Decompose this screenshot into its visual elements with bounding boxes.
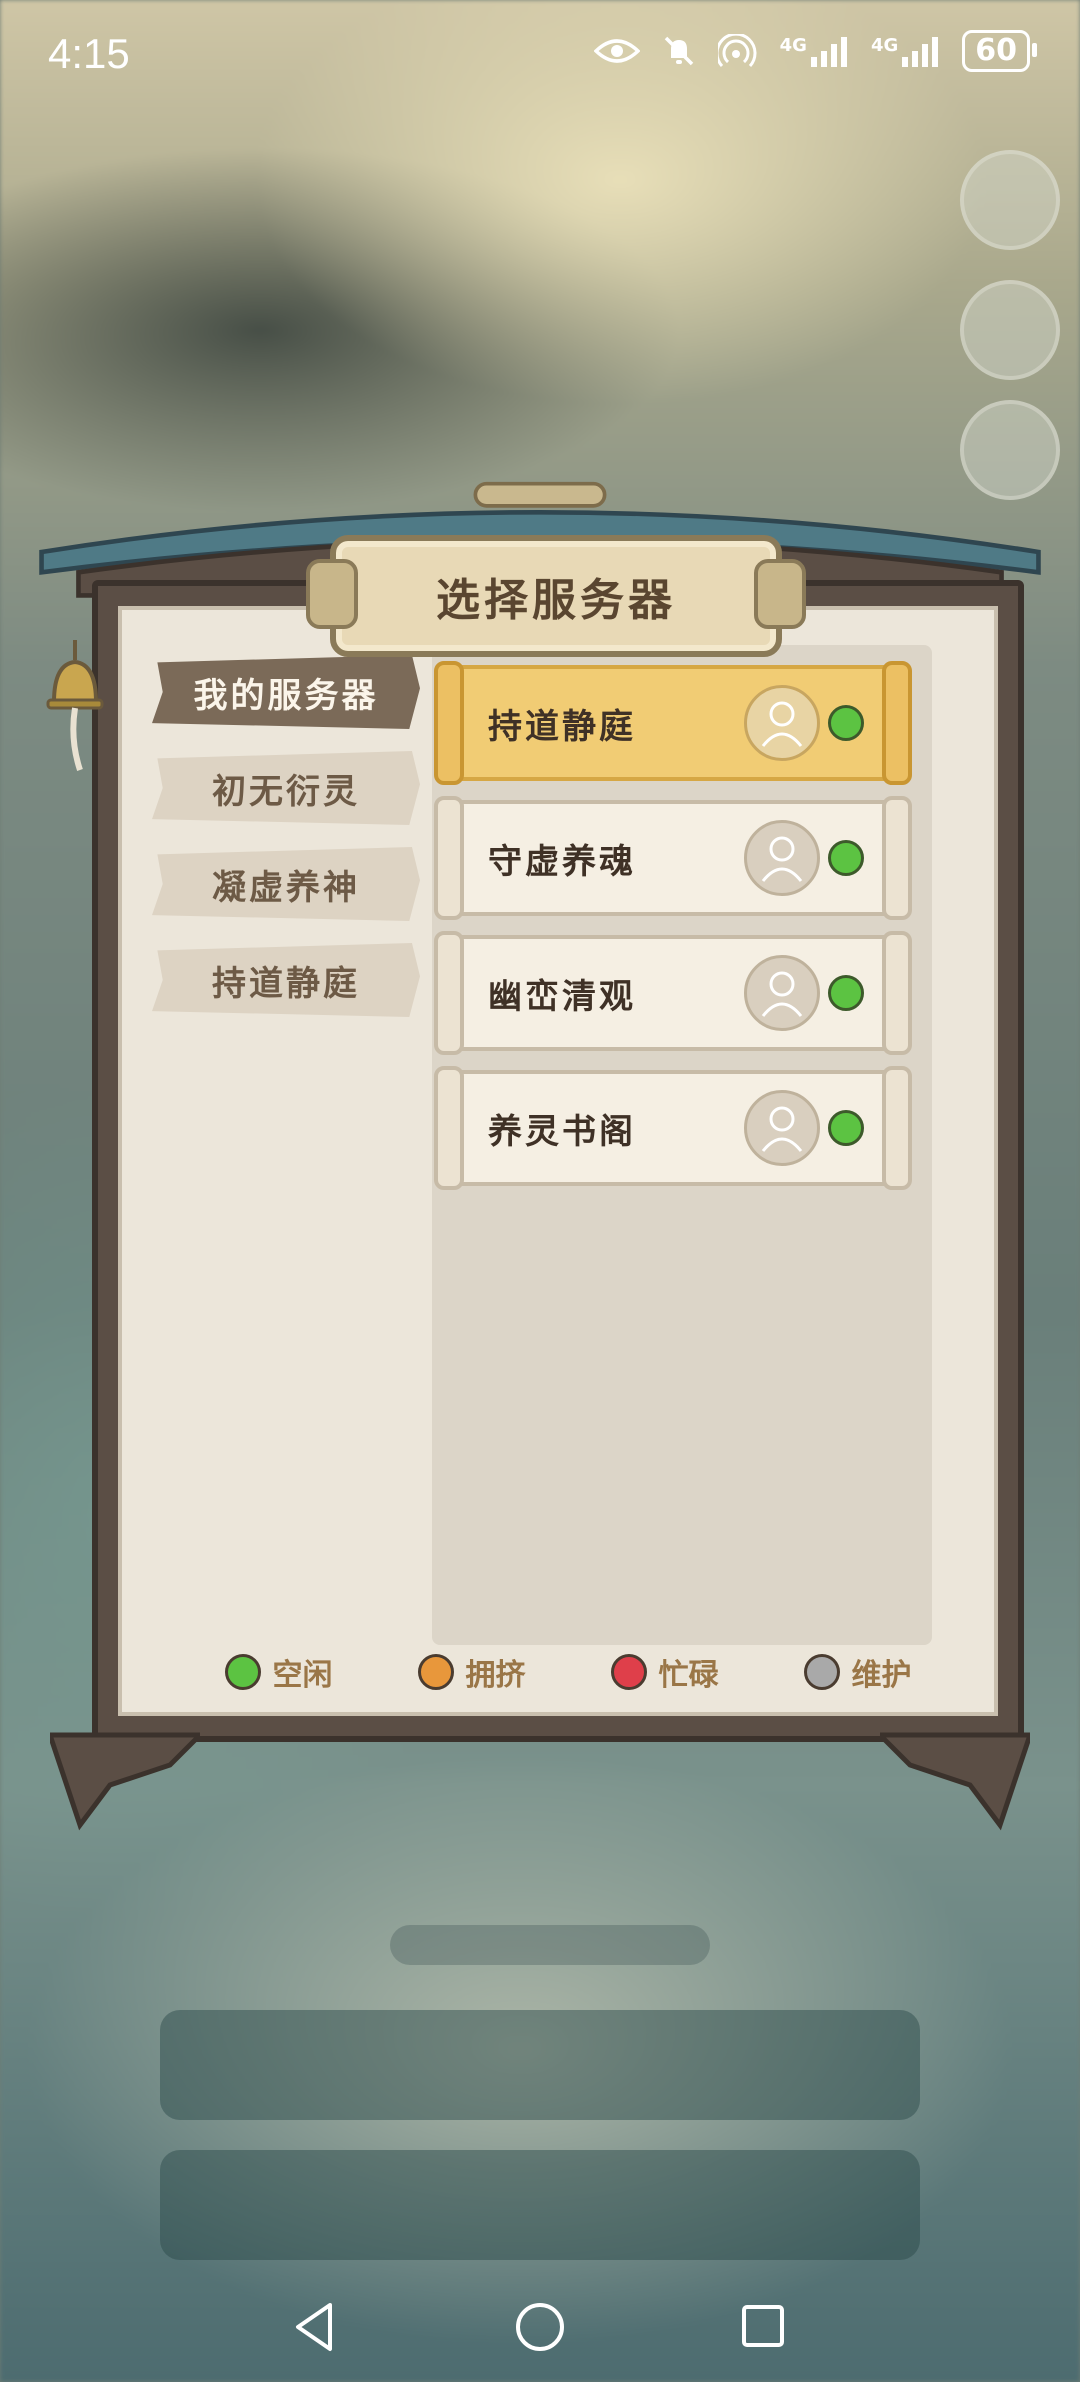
server-list[interactable]: 持道静庭 守虚养魂 幽峦清观 养灵书阁: [432, 645, 932, 1645]
frame-left-foot: [50, 1732, 200, 1831]
status-icons: 4G 4G 60: [593, 30, 1037, 72]
eye-icon: [593, 39, 640, 63]
dialog-frame: 我的服务器 初无衍灵 凝虚养神 持道静庭 持道静庭 守虚养魂 幽峦清观 养灵书阁…: [92, 580, 1024, 1742]
status-idle-icon: [828, 705, 864, 741]
status-idle-icon: [828, 840, 864, 876]
signal-1-icon: 4G: [780, 35, 849, 67]
tab-chi-dao-jing-ting[interactable]: 持道静庭: [152, 943, 420, 1017]
crowded-dot-icon: [417, 1654, 454, 1690]
status-bar: 4:15 4G 4G 60: [0, 0, 1080, 110]
legend-maintenance: 维护: [803, 1650, 912, 1694]
tab-label: 我的服务器: [193, 675, 379, 716]
bell-icon[interactable]: [40, 640, 110, 780]
network-type-1: 4G: [779, 35, 807, 56]
back-icon[interactable]: [290, 2297, 340, 2357]
status-idle-icon: [828, 975, 864, 1011]
server-name: 养灵书阁: [488, 1111, 636, 1152]
busy-dot-icon: [610, 1654, 647, 1690]
clock: 4:15: [48, 30, 130, 77]
tab-label: 初无衍灵: [212, 771, 360, 812]
recents-icon[interactable]: [738, 2297, 788, 2357]
signal-2-icon: 4G: [871, 35, 940, 67]
dialog-title-plaque: 选择服务器: [306, 535, 806, 657]
legend-idle: 空闲: [224, 1650, 333, 1694]
status-legend: 空闲 拥挤 忙碌 维护: [182, 1642, 954, 1702]
legend-label: 忙碌: [658, 1658, 719, 1693]
home-icon[interactable]: [510, 2297, 570, 2357]
character-avatar-icon: [744, 1090, 820, 1166]
background-caption: [390, 1925, 710, 1965]
tab-label: 持道静庭: [212, 963, 360, 1004]
maintenance-dot-icon: [803, 1654, 840, 1690]
server-name: 守虚养魂: [488, 841, 636, 882]
server-item[interactable]: 幽峦清观: [434, 931, 912, 1055]
bell-muted-icon: [664, 36, 693, 66]
tab-ning-xu-yang-shen[interactable]: 凝虚养神: [152, 847, 420, 921]
tab-chu-wu-yan-ling[interactable]: 初无衍灵: [152, 751, 420, 825]
system-navigation-bar: [0, 2272, 1080, 2382]
character-avatar-icon: [744, 685, 820, 761]
hotspot-icon: [717, 34, 757, 68]
server-group-tabs: 我的服务器 初无衍灵 凝虚养神 持道静庭: [152, 655, 422, 1039]
server-name: 持道静庭: [488, 706, 636, 747]
character-avatar-icon: [744, 955, 820, 1031]
battery-indicator: 60: [962, 30, 1037, 72]
idle-dot-icon: [224, 1654, 261, 1690]
tab-my-servers[interactable]: 我的服务器: [152, 655, 420, 729]
background-button: [160, 2150, 920, 2260]
background-side-icon: [960, 150, 1060, 250]
background-side-icon: [960, 280, 1060, 380]
legend-busy: 忙碌: [610, 1650, 719, 1694]
tab-label: 凝虚养神: [212, 867, 360, 908]
character-avatar-icon: [744, 820, 820, 896]
network-type-2: 4G: [870, 35, 899, 56]
legend-label: 空闲: [272, 1658, 333, 1693]
server-item[interactable]: 养灵书阁: [434, 1066, 912, 1190]
server-select-dialog: 我的服务器 初无衍灵 凝虚养神 持道静庭 持道静庭 守虚养魂 幽峦清观 养灵书阁…: [39, 480, 1041, 1850]
legend-label: 拥挤: [465, 1658, 526, 1693]
frame-right-foot: [880, 1732, 1030, 1831]
server-name: 幽峦清观: [488, 976, 636, 1017]
status-idle-icon: [828, 1110, 864, 1146]
background-button: [160, 2010, 920, 2120]
legend-label: 维护: [851, 1658, 912, 1693]
server-item[interactable]: 持道静庭: [434, 661, 912, 785]
server-item[interactable]: 守虚养魂: [434, 796, 912, 920]
legend-crowded: 拥挤: [417, 1650, 526, 1694]
dialog-title: 选择服务器: [436, 575, 676, 626]
dialog-content: 我的服务器 初无衍灵 凝虚养神 持道静庭 持道静庭 守虚养魂 幽峦清观 养灵书阁…: [118, 606, 998, 1716]
